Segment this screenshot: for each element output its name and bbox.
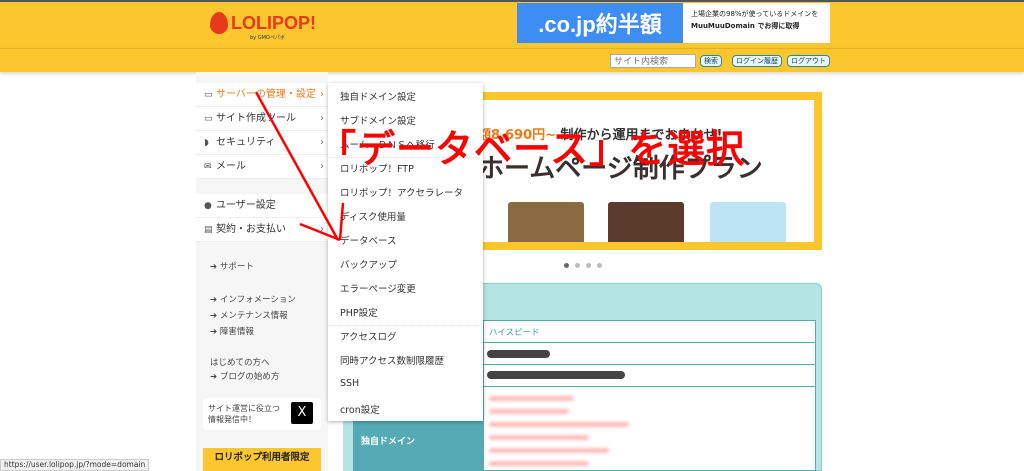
annotation-text: 「データベース」を選択 <box>318 127 746 171</box>
annotation-arrow <box>254 91 345 242</box>
status-bar-url: https://user.lolipop.jp/?mode=domain <box>0 459 150 471</box>
